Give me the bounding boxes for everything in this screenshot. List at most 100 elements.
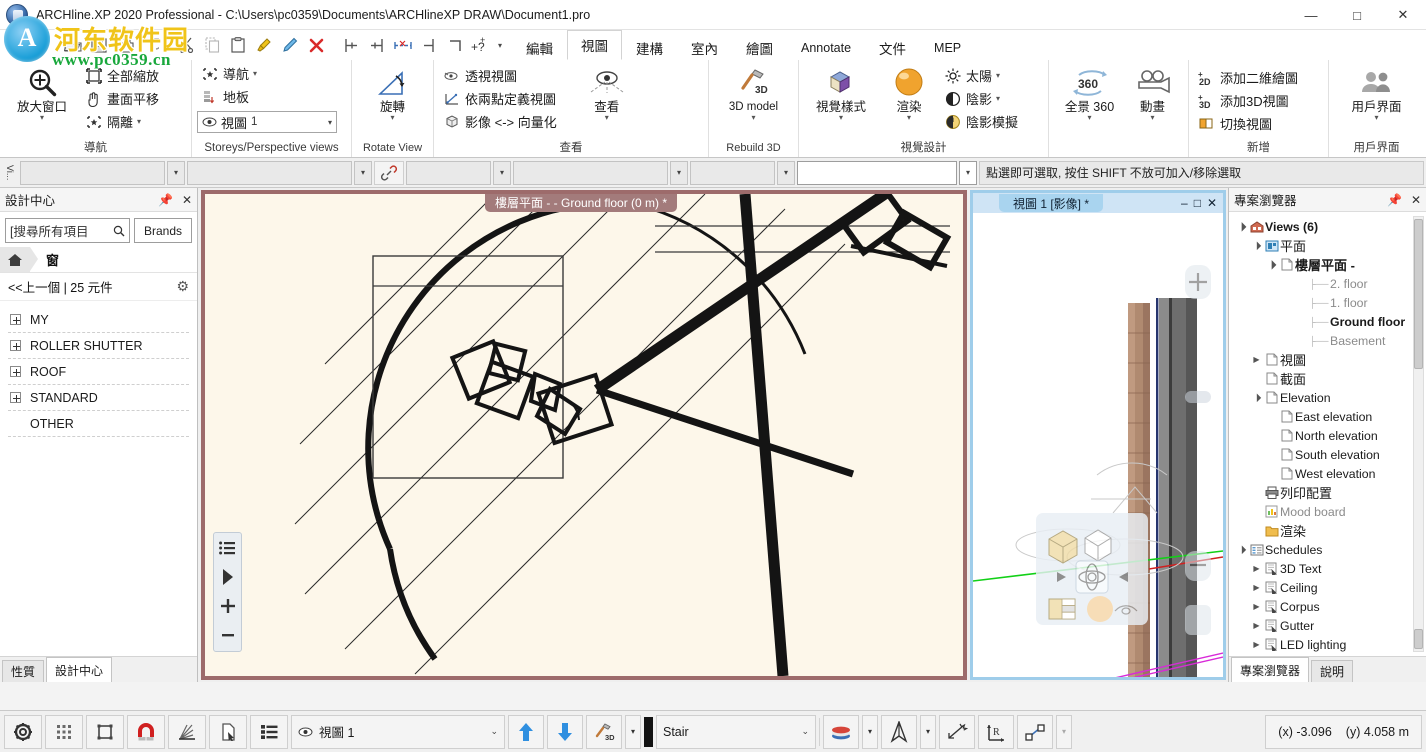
corner-icon[interactable] [442, 32, 468, 58]
view-combo-dropdown-icon[interactable]: ▾ [328, 118, 332, 127]
close-icon[interactable]: ✕ [182, 193, 192, 207]
tree-node[interactable]: ├──Ground floor [1231, 312, 1426, 331]
tree-node[interactable]: North elevation [1231, 426, 1426, 445]
tree-node[interactable]: ▶視圖 [1231, 350, 1426, 369]
two-point-view-button[interactable]: 依兩點定義視圖 [439, 87, 560, 110]
tree-scrollbar-thumb[interactable] [1414, 219, 1423, 369]
view3d-close-button[interactable]: ✕ [1207, 196, 1217, 210]
zoom-window-dropdown-icon[interactable]: ▾ [40, 114, 44, 122]
look-dropdown-icon[interactable]: ▾ [605, 114, 609, 122]
print-icon[interactable] [112, 32, 138, 58]
material-dropdown-icon[interactable]: ▾ [862, 715, 878, 749]
search-all-items-input[interactable]: [搜尋所有項目 [5, 218, 130, 243]
zoom-out-icon[interactable] [217, 625, 239, 645]
tree-node[interactable]: East elevation [1231, 407, 1426, 426]
user-interface-button[interactable]: 用戶界面 ▾ [1340, 62, 1414, 122]
view3d-window[interactable]: 視圖 1 [影像] * – □ ✕ [970, 190, 1226, 680]
secondary-field-1-dropdown-icon[interactable]: ▾ [167, 161, 185, 185]
project-tree[interactable]: ◢Views (6)◢平面◢樓層平面 -├──2. floor├──1. flo… [1229, 212, 1426, 656]
select-page-icon[interactable] [209, 715, 247, 749]
secondary-field-2-dropdown-icon[interactable]: ▾ [354, 161, 372, 185]
tree-node[interactable]: Mood board [1231, 502, 1426, 521]
tab-edit[interactable]: 編輯 [512, 34, 567, 60]
material-stack-icon[interactable] [823, 715, 859, 749]
zoom-window-button[interactable]: 放大窗口 ▾ [5, 62, 79, 122]
expand-icon[interactable] [10, 392, 21, 403]
cut-icon[interactable] [173, 32, 199, 58]
magnet-icon[interactable] [127, 715, 165, 749]
secondary-field-3[interactable] [406, 161, 491, 185]
bounding-box-icon[interactable] [86, 715, 124, 749]
tab-design-center[interactable]: 設計中心 [46, 657, 112, 682]
qat-overflow-caret-icon[interactable]: ▾ [494, 32, 506, 58]
brands-button[interactable]: Brands [134, 218, 192, 243]
floor-plan-tab[interactable]: 樓層平面 - - Ground floor (0 m) * [485, 193, 677, 212]
rotate-view-dropdown-icon[interactable]: ▾ [390, 114, 394, 122]
tree-expand-icon[interactable]: ◢ [1234, 542, 1250, 558]
file-menu-button[interactable]: 檔案 [0, 30, 56, 60]
view3d-maximize-button[interactable]: □ [1194, 196, 1201, 210]
align-right-icon[interactable] [364, 32, 390, 58]
measure-dropdown-icon[interactable]: ▾ [1056, 715, 1072, 749]
tab-draw[interactable]: 繪圖 [732, 34, 787, 60]
switch-view-button[interactable]: 切換視圖 [1194, 112, 1323, 135]
tab-mep[interactable]: MEP [920, 34, 975, 60]
tree-node[interactable]: 列印配置 [1231, 483, 1426, 502]
tree-node[interactable]: ▶Gutter [1231, 616, 1426, 635]
arrow-up-icon[interactable] [508, 715, 544, 749]
pin-icon[interactable]: 📌 [158, 193, 173, 207]
rebuild-3d-dropdown-icon[interactable]: ▾ [751, 114, 755, 122]
add-2d-drawing-button[interactable]: +2D 添加二維繪圖 [1194, 66, 1323, 89]
link-icon[interactable] [374, 161, 404, 185]
secondary-field-3-dropdown-icon[interactable]: ▾ [493, 161, 511, 185]
floor-button[interactable]: 地板 [197, 85, 346, 108]
isolate-dropdown-icon[interactable]: ▾ [137, 118, 141, 126]
tree-node[interactable]: ◢Schedules [1231, 540, 1426, 559]
secondary-field-5-dropdown-icon[interactable]: ▾ [777, 161, 795, 185]
category-item-my[interactable]: MY [8, 307, 189, 333]
undo-icon[interactable] [138, 32, 164, 58]
animation-button[interactable]: 動畫 ▾ [1125, 62, 1181, 122]
navigate-button[interactable]: 導航 ▾ [197, 62, 346, 85]
secondary-field-5[interactable] [690, 161, 775, 185]
panorama-360-dropdown-icon[interactable]: ▾ [1087, 114, 1091, 122]
visual-style-dropdown-icon[interactable]: ▾ [839, 114, 843, 122]
rays-icon[interactable] [168, 715, 206, 749]
tree-expand-icon[interactable]: ◢ [1249, 238, 1265, 254]
arrow-down-icon[interactable] [547, 715, 583, 749]
perspective-view-button[interactable]: 透視視圖 [439, 64, 560, 87]
tree-node[interactable]: ▶Corpus [1231, 597, 1426, 616]
save-icon[interactable] [86, 32, 112, 58]
tree-node[interactable]: ◢Views (6) [1231, 217, 1426, 236]
close-icon[interactable]: ✕ [1411, 193, 1421, 207]
tab-annotate[interactable]: Annotate [787, 34, 865, 60]
tree-node[interactable]: 截面 [1231, 369, 1426, 388]
pin-icon[interactable]: 📌 [1387, 193, 1402, 207]
trim-icon[interactable] [416, 32, 442, 58]
tree-scrollbar-thumb-bottom[interactable] [1414, 629, 1423, 649]
north-arrow-icon[interactable] [881, 715, 917, 749]
prev-and-count-label[interactable]: <<上一個 | 25 元件 [8, 277, 113, 296]
secondary-field-6-dropdown-icon[interactable]: ▾ [959, 161, 977, 185]
zoom-in-icon[interactable] [217, 596, 239, 616]
pan-button[interactable]: 畫面平移 [81, 87, 162, 110]
rebuild-3d-model-button[interactable]: 3D 3D model ▾ [717, 62, 791, 122]
rebuild-3d-status-icon[interactable]: 3D [586, 715, 622, 749]
axis-r-icon[interactable]: R [978, 715, 1014, 749]
user-interface-dropdown-icon[interactable]: ▾ [1374, 114, 1378, 122]
tree-node[interactable]: ▶3D Text [1231, 559, 1426, 578]
pen-icon[interactable] [277, 32, 303, 58]
add-help-icon[interactable]: +?+ [468, 32, 494, 58]
tree-expand-icon[interactable]: ◢ [1264, 257, 1280, 273]
tree-collapse-icon[interactable]: ▶ [1250, 640, 1263, 649]
category-item-other[interactable]: OTHER [8, 411, 189, 437]
image-vector-button[interactable]: 影像 <-> 向量化 [439, 110, 560, 133]
grid-icon[interactable] [45, 715, 83, 749]
animation-dropdown-icon[interactable]: ▾ [1150, 114, 1154, 122]
play-icon[interactable] [217, 567, 239, 587]
tree-collapse-icon[interactable]: ▶ [1250, 564, 1263, 573]
settings-icon[interactable] [4, 715, 42, 749]
secondary-field-4-dropdown-icon[interactable]: ▾ [670, 161, 688, 185]
align-left-icon[interactable] [338, 32, 364, 58]
tree-node[interactable]: ◢Elevation [1231, 388, 1426, 407]
